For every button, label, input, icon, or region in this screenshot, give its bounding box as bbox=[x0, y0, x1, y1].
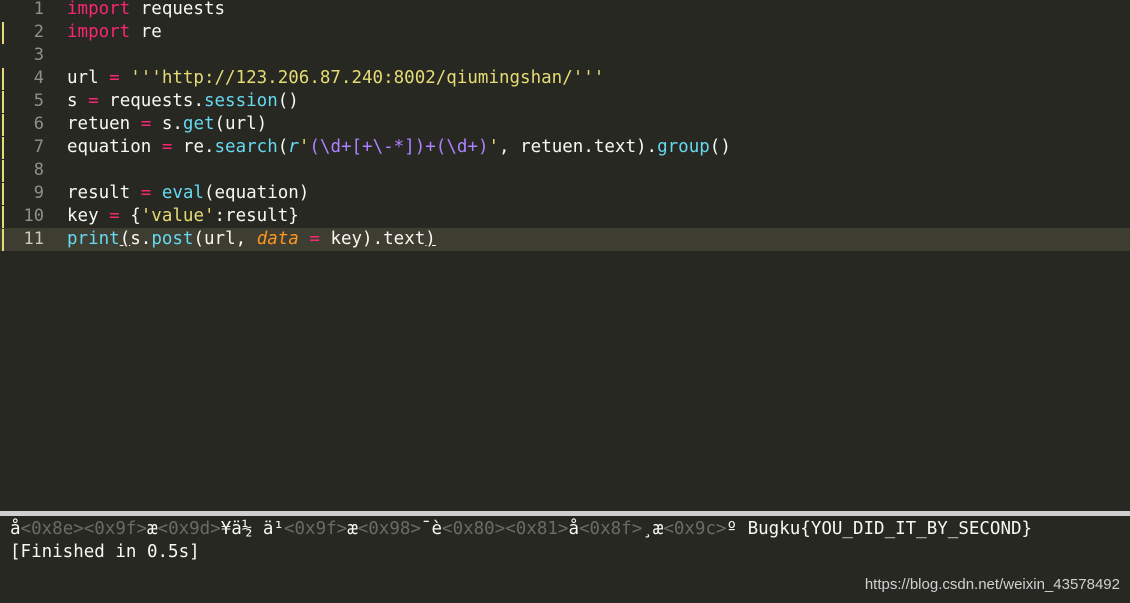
control-char: <0x9f> bbox=[283, 519, 348, 539]
output-text: º Bugku{YOU_DID_IT_BY_SECOND} bbox=[726, 519, 1033, 539]
output-text: å bbox=[10, 519, 21, 539]
code-line[interactable]: import requests bbox=[67, 0, 225, 21]
line-number: 10 bbox=[23, 206, 44, 226]
code-token: ( bbox=[277, 137, 289, 157]
code-line[interactable]: result = eval(equation) bbox=[67, 182, 309, 205]
code-line[interactable]: print(s.post(url, data = key).text) bbox=[67, 228, 436, 251]
code-token: = bbox=[130, 183, 162, 203]
code-token: data bbox=[256, 229, 299, 249]
code-token: ' bbox=[488, 137, 500, 157]
code-line[interactable]: url = '''http://123.206.87.240:8002/qium… bbox=[67, 67, 604, 90]
code-token: () bbox=[709, 137, 731, 157]
code-token: get bbox=[182, 114, 215, 134]
line-number: 1 bbox=[33, 0, 44, 19]
line-number: 2 bbox=[33, 22, 44, 42]
code-token: s. bbox=[161, 114, 183, 134]
code-token: url bbox=[67, 68, 99, 88]
code-token: = bbox=[130, 114, 162, 134]
code-token: , retuen.text). bbox=[499, 137, 658, 157]
code-token: group bbox=[657, 137, 710, 157]
modified-line-marker bbox=[2, 229, 4, 251]
code-token: '''http://123.206.87.240:8002/qiumingsha… bbox=[130, 68, 605, 88]
code-token: 'value' bbox=[140, 206, 215, 226]
line-number: 8 bbox=[33, 160, 44, 180]
line-number-gutter: 1 2 3 4 5 6 7 8 9 10 11 bbox=[0, 0, 60, 511]
code-token: (url, bbox=[193, 229, 257, 249]
code-token: retuen bbox=[67, 114, 131, 134]
code-line[interactable]: key = {'value':result} bbox=[67, 205, 299, 228]
output-line: å<0x8e><0x9f>æ<0x9d>¥ä½ ä¹<0x9f>æ<0x98>¯… bbox=[10, 518, 1032, 541]
code-token: session bbox=[203, 91, 278, 111]
line-number: 9 bbox=[33, 183, 44, 203]
control-char: <0x80><0x81> bbox=[442, 519, 569, 539]
control-char: <0x8f> bbox=[579, 519, 643, 539]
line-number: 5 bbox=[33, 91, 44, 111]
code-token: requests. bbox=[109, 91, 204, 111]
code-token: re bbox=[130, 22, 162, 42]
code-token: (\d+[+\-*])+(\d+) bbox=[309, 137, 489, 157]
modified-line-marker bbox=[2, 206, 4, 228]
control-char: <0x8e><0x9f> bbox=[20, 519, 147, 539]
line-number: 4 bbox=[33, 68, 44, 88]
code-line[interactable]: equation = re.search(r'(\d+[+\-*])+(\d+)… bbox=[67, 136, 731, 159]
code-token: = bbox=[298, 229, 331, 249]
control-char: <0x9c> bbox=[663, 519, 727, 539]
line-number: 6 bbox=[33, 114, 44, 134]
code-token: { bbox=[130, 206, 141, 226]
output-text: ¥ä½ ä¹ bbox=[220, 519, 284, 539]
control-char: <0x9d> bbox=[157, 519, 221, 539]
code-token: post bbox=[151, 229, 194, 249]
code-token: search bbox=[214, 137, 278, 157]
code-token: () bbox=[277, 91, 299, 111]
code-token: (equation) bbox=[203, 183, 310, 203]
code-token: key bbox=[67, 206, 99, 226]
code-token: = bbox=[77, 91, 110, 111]
code-token: = bbox=[98, 206, 131, 226]
build-finished-text: [Finished in 0.5s] bbox=[10, 542, 200, 562]
code-token: equation bbox=[67, 137, 152, 157]
code-token: re. bbox=[182, 137, 215, 157]
code-token: ) bbox=[425, 229, 436, 249]
code-editor[interactable]: 1 2 3 4 5 6 7 8 9 10 11 import requests import re ur… bbox=[0, 0, 1130, 511]
code-line[interactable]: s = requests.session() bbox=[67, 90, 299, 113]
output-text: æ bbox=[146, 519, 158, 539]
code-token: :result} bbox=[214, 206, 299, 226]
modified-line-marker bbox=[2, 114, 4, 136]
code-token: result bbox=[67, 183, 131, 203]
code-token: = bbox=[151, 137, 183, 157]
code-line[interactable]: import re bbox=[67, 21, 162, 44]
output-text: ¯è bbox=[420, 519, 443, 539]
code-line[interactable]: retuen = s.get(url) bbox=[67, 113, 267, 136]
modified-line-marker bbox=[2, 183, 4, 205]
line-number: 7 bbox=[33, 137, 44, 157]
code-token: eval bbox=[161, 183, 204, 203]
code-token: ( bbox=[119, 229, 131, 249]
code-token: (url) bbox=[214, 114, 268, 134]
modified-line-marker bbox=[2, 91, 4, 113]
code-token: s bbox=[67, 91, 78, 111]
code-token: s. bbox=[130, 229, 152, 249]
code-token: import bbox=[67, 22, 131, 42]
code-token: ' bbox=[298, 137, 310, 157]
code-token: key).text bbox=[330, 229, 426, 249]
output-text: å bbox=[568, 519, 580, 539]
code-token: requests bbox=[130, 0, 226, 19]
line-number: 11 bbox=[23, 229, 44, 249]
modified-line-marker bbox=[2, 160, 4, 182]
modified-line-marker bbox=[2, 22, 4, 44]
code-token: = bbox=[98, 68, 131, 88]
watermark-text: https://blog.csdn.net/weixin_43578492 bbox=[864, 576, 1120, 593]
modified-line-marker bbox=[2, 137, 4, 159]
modified-line-marker bbox=[2, 68, 4, 90]
control-char: <0x98> bbox=[357, 519, 421, 539]
code-token: r bbox=[288, 137, 299, 157]
output-text: æ bbox=[347, 519, 358, 539]
output-text: ¸æ bbox=[642, 519, 664, 539]
line-number: 3 bbox=[33, 45, 44, 65]
code-token: import bbox=[67, 0, 131, 19]
code-token: print bbox=[67, 229, 120, 249]
